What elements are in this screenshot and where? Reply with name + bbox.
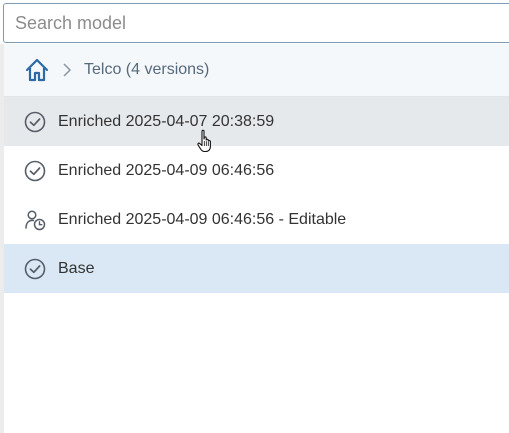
version-label: Enriched 2025-04-07 20:38:59 (58, 112, 275, 130)
hand-pointer-cursor-icon (196, 129, 214, 153)
search-box[interactable] (3, 3, 509, 43)
version-label: Base (58, 259, 95, 277)
search-input[interactable] (4, 4, 509, 42)
version-item-enriched-2025-04-07[interactable]: Enriched 2025-04-07 20:38:59 (4, 97, 509, 146)
breadcrumb: Telco (4 versions) (4, 44, 509, 97)
home-icon[interactable] (24, 57, 50, 83)
version-label: Enriched 2025-04-09 06:46:56 - Editable (58, 210, 347, 228)
version-item-base[interactable]: Base (4, 244, 509, 293)
version-item-enriched-editable[interactable]: Enriched 2025-04-09 06:46:56 - Editable (4, 195, 509, 244)
breadcrumb-model-label[interactable]: Telco (4 versions) (84, 61, 209, 79)
chevron-right-icon (62, 63, 72, 77)
check-circle-icon (24, 258, 46, 280)
version-label: Enriched 2025-04-09 06:46:56 (58, 161, 275, 179)
check-circle-icon (24, 111, 46, 133)
check-circle-icon (24, 160, 46, 182)
model-picker-screen: Telco (4 versions) Enriched 2025-04-07 2… (0, 0, 509, 433)
user-clock-icon (24, 209, 46, 231)
version-item-enriched-2025-04-09[interactable]: Enriched 2025-04-09 06:46:56 (4, 146, 509, 195)
model-dropdown-panel: Telco (4 versions) Enriched 2025-04-07 2… (4, 44, 509, 433)
